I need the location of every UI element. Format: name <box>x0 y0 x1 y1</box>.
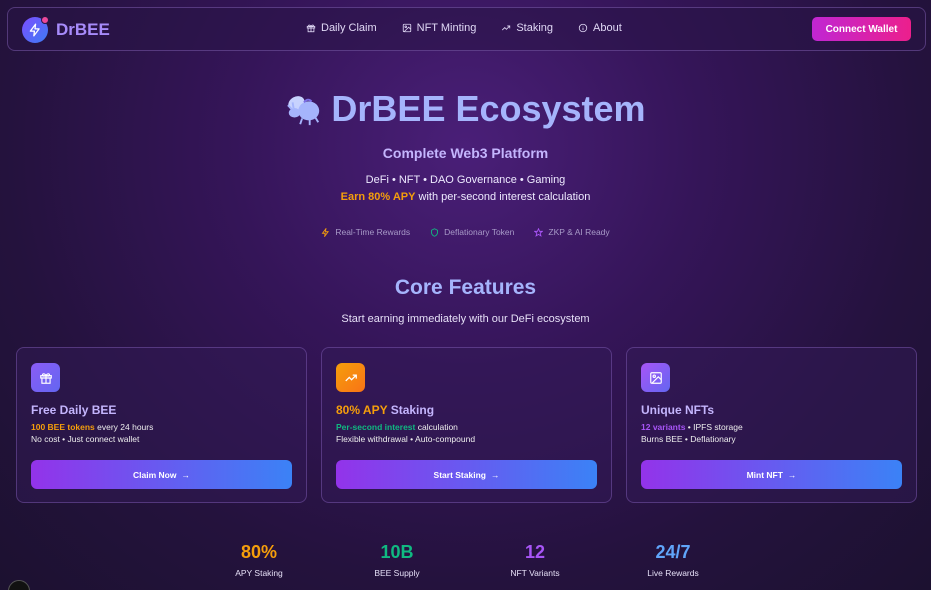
core-features-subtitle: Start earning immediately with our DeFi … <box>341 313 590 325</box>
stat-live-rewards: 24/7 Live Rewards <box>613 542 733 578</box>
stat-value: 12 <box>524 542 546 562</box>
apy-rest: with per-second interest calculation <box>415 191 591 203</box>
card-line1: Per-second interest calculation <box>336 422 458 432</box>
badge-deflationary-token: Deflationary Token <box>430 227 514 237</box>
feature-badges: Real-Time Rewards Deflationary Token ZKP… <box>0 227 931 237</box>
arrow-right-icon: → <box>181 469 190 480</box>
feature-card-nfts: Unique NFTs 12 variants • IPFS storage B… <box>626 347 917 503</box>
connect-wallet-button[interactable]: Connect Wallet <box>812 17 911 41</box>
lightning-logo-icon <box>22 16 49 43</box>
hero-apy-line: Earn 80% APY with per-second interest ca… <box>0 191 931 203</box>
trending-up-icon <box>502 25 511 31</box>
stat-label: APY Staking <box>235 568 283 578</box>
badge-real-time-rewards: Real-Time Rewards <box>321 227 410 237</box>
arrow-right-icon: → <box>490 469 500 480</box>
stat-label: BEE Supply <box>374 568 420 578</box>
feature-card-staking: 80% APY Staking Per-second interest calc… <box>321 347 612 503</box>
gift-icon <box>31 363 60 392</box>
button-label: Claim Now <box>133 469 177 480</box>
card-line1-rest: • IPFS storage <box>685 422 743 432</box>
card-title-highlight: 80% APY <box>336 403 388 417</box>
nav-link-label: NFT Minting <box>416 22 477 34</box>
stat-value: 10B <box>380 542 414 562</box>
trending-up-icon <box>336 363 365 392</box>
card-title-text: Staking <box>387 403 435 417</box>
nav-link-about[interactable]: About <box>578 22 622 34</box>
mint-nft-button[interactable]: Mint NFT → <box>641 460 902 489</box>
card-line1-highlight: Per-second interest <box>336 422 416 432</box>
card-title-text: Unique NFTs <box>641 403 715 417</box>
core-features-title: Core Features <box>394 276 537 299</box>
card-line1-highlight: 12 variants <box>641 422 686 432</box>
hero-title: DrBEE Ecosystem <box>0 88 931 130</box>
nav-link-staking[interactable]: Staking <box>501 22 553 34</box>
stat-label: NFT Variants <box>510 568 560 578</box>
stat-value: 24/7 <box>655 542 691 562</box>
star-icon <box>534 227 544 237</box>
image-icon <box>402 23 411 33</box>
stat-apy: 80% APY Staking <box>199 542 319 578</box>
card-line1: 12 variants • IPFS storage <box>641 422 743 432</box>
nav-link-daily-claim[interactable]: Daily Claim <box>306 22 377 34</box>
stat-supply: 10B BEE Supply <box>337 542 457 578</box>
card-line2: Flexible withdrawal • Auto-compound <box>336 434 476 444</box>
button-label: Start Staking <box>433 469 486 480</box>
card-title: 80% APY Staking <box>336 403 434 417</box>
badge-label: Deflationary Token <box>444 227 515 237</box>
badge-label: Real-Time Rewards <box>335 227 411 237</box>
hero-title-text: DrBEE Ecosystem <box>331 88 646 129</box>
card-line1-highlight: 100 BEE tokens <box>31 422 95 432</box>
hero-subtitle: Complete Web3 Platform <box>382 145 549 161</box>
card-title: Free Daily BEE <box>31 403 116 417</box>
image-icon <box>641 363 670 392</box>
feature-card-daily-bee: Free Daily BEE 100 BEE tokens every 24 h… <box>16 347 307 503</box>
claim-now-button[interactable]: Claim Now → <box>31 460 292 489</box>
card-line2: No cost • Just connect wallet <box>31 434 140 444</box>
button-label: Mint NFT <box>746 469 783 480</box>
badge-label: ZKP & AI Ready <box>548 227 610 237</box>
stat-label: Live Rewards <box>647 568 699 578</box>
info-icon <box>578 23 588 33</box>
shield-icon <box>431 227 439 237</box>
card-line2: Burns BEE • Deflationary <box>641 434 736 444</box>
apy-highlight: Earn 80% APY <box>340 191 416 203</box>
nav-link-label: About <box>593 22 622 34</box>
lightning-icon <box>321 227 330 237</box>
nav-link-nft-minting[interactable]: NFT Minting <box>402 22 477 34</box>
stat-value: 80% <box>240 542 278 562</box>
hero-tags: DeFi • NFT • DAO Governance • Gaming <box>365 174 566 186</box>
brand-name: DrBEE <box>56 20 110 39</box>
gift-icon <box>306 24 316 33</box>
card-title-text: Free Daily BEE <box>31 403 117 417</box>
nav-link-label: Daily Claim <box>321 22 377 34</box>
bee-icon <box>287 96 320 126</box>
floating-action-icon[interactable] <box>8 580 30 590</box>
badge-zkp-ai-ready: ZKP & AI Ready <box>534 227 610 237</box>
card-title: Unique NFTs <box>641 403 714 417</box>
top-navbar: DrBEE Daily Claim NFT Minting Staking Ab… <box>7 7 926 51</box>
card-line1-rest: every 24 hours <box>94 422 154 432</box>
card-line1-rest: calculation <box>415 422 458 432</box>
brand[interactable]: DrBEE <box>22 16 110 43</box>
start-staking-button[interactable]: Start Staking → <box>336 460 597 489</box>
nav-link-label: Staking <box>516 22 554 34</box>
arrow-right-icon: → <box>787 469 797 480</box>
card-line1: 100 BEE tokens every 24 hours <box>31 422 153 432</box>
stat-nft-variants: 12 NFT Variants <box>475 542 595 578</box>
